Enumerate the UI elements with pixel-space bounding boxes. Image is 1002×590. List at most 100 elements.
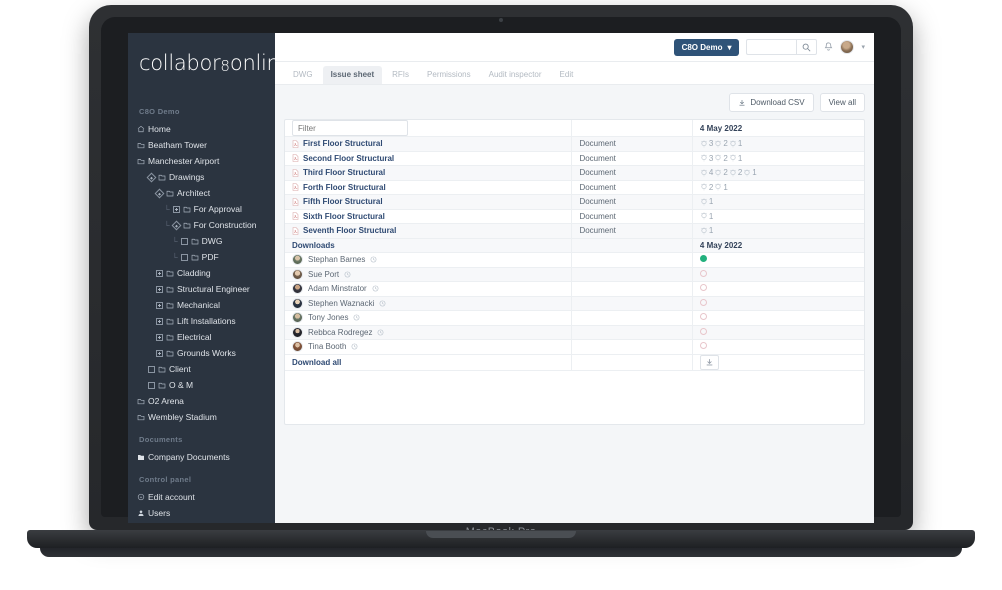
collapse-icon[interactable] xyxy=(171,220,182,230)
table-row[interactable]: Seventh Floor Structural Document 1 xyxy=(285,223,864,239)
download-csv-button[interactable]: Download CSV xyxy=(729,93,814,112)
project-icon xyxy=(137,413,145,421)
expand-icon[interactable] xyxy=(156,333,163,341)
tree-item-client[interactable]: Client xyxy=(128,361,275,377)
revision-icon xyxy=(715,154,721,162)
download-row[interactable]: Stephan Barnes xyxy=(285,252,864,268)
download-all-action-cell xyxy=(692,354,864,371)
expand-icon[interactable] xyxy=(156,269,163,277)
sidebar-item-users[interactable]: Users xyxy=(128,505,275,521)
document-link[interactable]: Fifth Floor Structural xyxy=(292,197,564,206)
folder-icon xyxy=(166,301,174,309)
document-name-cell: Second Floor Structural xyxy=(285,151,573,166)
tree-item-architect[interactable]: Architect xyxy=(128,185,275,201)
leaf-node-icon[interactable] xyxy=(148,365,155,373)
document-link[interactable]: First Floor Structural xyxy=(292,139,564,148)
view-all-button[interactable]: View all xyxy=(819,93,865,112)
tree-item-lift-installations[interactable]: Lift Installations xyxy=(128,313,275,329)
webcam-icon xyxy=(499,18,503,22)
folder-icon xyxy=(166,349,174,357)
tree-item-label: For Construction xyxy=(193,219,257,230)
download-row[interactable]: Sue Port xyxy=(285,267,864,282)
leaf-node-icon[interactable] xyxy=(148,381,155,389)
tree-item-for-approval[interactable]: └ For Approval xyxy=(128,201,275,217)
tree-item-for-construction[interactable]: └ For Construction xyxy=(128,217,275,233)
sidebar-item-company-documents[interactable]: Company Documents xyxy=(128,449,275,465)
avatar xyxy=(292,312,303,324)
tab-rfis[interactable]: RFIs xyxy=(384,66,417,84)
sidebar-item-home[interactable]: Home xyxy=(128,121,275,137)
sidebar-item-label: Users xyxy=(148,507,171,518)
expand-icon[interactable] xyxy=(156,317,163,325)
search-input[interactable] xyxy=(746,39,797,55)
table-row[interactable]: Second Floor Structural Document 3 2 1 xyxy=(285,151,864,166)
sidebar-item-add-user[interactable]: Add user xyxy=(128,521,275,523)
sidebar-item-label: Home xyxy=(148,123,171,134)
revision-count: 1 xyxy=(708,211,714,221)
expand-icon[interactable] xyxy=(156,285,163,293)
tab-dwg[interactable]: DWG xyxy=(285,66,321,84)
sidebar-item-beatham-tower[interactable]: Beatham Tower xyxy=(128,137,275,153)
sidebar-item-manchester-airport[interactable]: Manchester Airport xyxy=(128,153,275,169)
user-name: Rebbca Rodregez xyxy=(308,327,373,337)
revision-icon xyxy=(701,198,707,205)
table-row[interactable]: First Floor Structural Document 3 2 1 xyxy=(285,136,864,152)
leaf-node-icon[interactable] xyxy=(180,237,188,245)
sidebar-item-wembley-stadium[interactable]: Wembley Stadium xyxy=(128,409,275,425)
expand-icon[interactable] xyxy=(156,301,163,309)
revision-badge: 3 xyxy=(700,154,713,163)
expand-icon[interactable] xyxy=(156,349,163,357)
document-link[interactable]: Second Floor Structural xyxy=(292,154,564,163)
leaf-node-icon[interactable] xyxy=(180,253,188,261)
document-name-cell: Fifth Floor Structural xyxy=(285,194,573,210)
user-icon xyxy=(137,509,145,517)
download-all-button[interactable] xyxy=(699,354,719,370)
tab-audit-inspector[interactable]: Audit inspector xyxy=(481,66,550,84)
download-row[interactable]: Rebbca Rodregez xyxy=(285,325,864,340)
avatar[interactable] xyxy=(840,40,855,54)
notifications-button[interactable] xyxy=(824,42,833,52)
revision-badge: 1 xyxy=(743,168,757,177)
document-link[interactable]: Seventh Floor Structural xyxy=(292,226,564,235)
tab-edit[interactable]: Edit xyxy=(552,66,582,84)
document-link[interactable]: Forth Floor Structural xyxy=(292,183,564,192)
tree-item-o-m[interactable]: O & M xyxy=(128,377,275,393)
account-switcher-button[interactable]: C8O Demo ▾ xyxy=(673,38,740,56)
expand-icon[interactable] xyxy=(172,205,180,213)
tree-item-drawings[interactable]: Drawings xyxy=(128,169,275,185)
view-all-label: View all xyxy=(828,98,856,107)
download-row[interactable]: Tina Booth xyxy=(285,339,864,355)
search-button[interactable] xyxy=(796,39,818,55)
revision-icon xyxy=(715,183,721,191)
sidebar-item-o2-arena[interactable]: O2 Arena xyxy=(128,393,275,409)
pdf-file-icon xyxy=(292,168,299,177)
tree-item-grounds-works[interactable]: Grounds Works xyxy=(128,345,275,361)
document-link[interactable]: Sixth Floor Structural xyxy=(292,212,564,221)
sidebar-item-edit-account[interactable]: Edit account xyxy=(128,489,275,505)
download-row[interactable]: Adam Minstrator xyxy=(285,281,864,297)
table-row[interactable]: Third Floor Structural Document 4 2 2 1 xyxy=(285,165,864,181)
table-row[interactable]: Forth Floor Structural Document 2 1 xyxy=(285,180,864,195)
download-row[interactable]: Stephen Waznacki xyxy=(285,296,864,311)
tree-item-electrical[interactable]: Electrical xyxy=(128,329,275,345)
app-logo[interactable]: collabor8online xyxy=(128,51,292,97)
download-row[interactable]: Tony Jones xyxy=(285,310,864,326)
table-row[interactable]: Sixth Floor Structural Document 1 xyxy=(285,209,864,224)
user-menu-chevron-down-icon[interactable]: ▾ xyxy=(861,43,865,51)
table-row[interactable]: Fifth Floor Structural Document 1 xyxy=(285,194,864,210)
tree-item-cladding[interactable]: Cladding xyxy=(128,265,275,281)
filter-input[interactable] xyxy=(292,120,408,136)
document-link[interactable]: Third Floor Structural xyxy=(292,168,564,177)
tree-item-mechanical[interactable]: Mechanical xyxy=(128,297,275,313)
search-group xyxy=(746,39,818,55)
tree-item-dwg[interactable]: └ DWG xyxy=(128,233,275,249)
tab-permissions[interactable]: Permissions xyxy=(419,66,479,84)
downloads-date-label: 4 May 2022 xyxy=(699,240,743,250)
tree-item-pdf[interactable]: └ PDF xyxy=(128,249,275,265)
collapse-icon[interactable] xyxy=(154,188,165,198)
tree-item-structural-engineer[interactable]: Structural Engineer xyxy=(128,281,275,297)
document-type-cell: Document xyxy=(571,223,693,239)
collapse-icon[interactable] xyxy=(146,172,157,182)
avatar xyxy=(292,297,303,309)
tab-issue-sheet[interactable]: Issue sheet xyxy=(322,66,383,84)
